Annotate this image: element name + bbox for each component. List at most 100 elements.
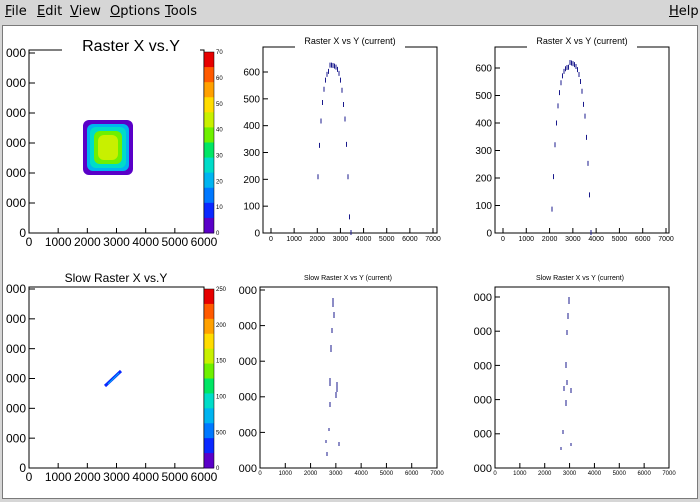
slow_raster_xy-palette-band [204, 363, 214, 379]
slow_current_2-y-tick-label: 000 [474, 326, 492, 338]
slow_current_1-x-tick-label: 7000 [430, 471, 444, 477]
slow_raster_xy-palette-label: 150 [216, 359, 227, 365]
raster_xy-palette-label: 10 [216, 205, 223, 211]
raster_xy-palette-band [204, 82, 214, 98]
slow_raster_xy-title: Slow Raster X vs.Y [65, 271, 168, 285]
menu-options-accel: O [110, 4, 121, 19]
raster_xy-x-tick-label: 6000 [191, 235, 218, 249]
raster_current_1-y-tick-label: 400 [243, 121, 260, 132]
menu-edit[interactable]: Edit [37, 4, 62, 19]
menu-view[interactable]: View [70, 4, 101, 19]
menu-help[interactable]: Help [669, 4, 699, 19]
slow_current_1-y-tick-label: 000 [239, 392, 257, 404]
raster_xy-palette-band [204, 217, 214, 234]
slow_raster_xy-palette-label: 250 [216, 287, 227, 293]
raster_xy-title: Raster X vs.Y [82, 38, 180, 55]
raster_current_2-y-tick-label: 500 [475, 91, 492, 102]
menu-edit-accel: E [37, 4, 46, 19]
raster_xy-palette-band [204, 202, 214, 219]
slow_raster_xy-x-tick-label: 0 [26, 470, 33, 484]
slow_raster_xy-palette-band [204, 303, 214, 320]
slow_current_1-y-tick-label: 000 [239, 463, 257, 475]
menu-file[interactable]: File [5, 4, 27, 19]
slow_raster_xy-x-tick-label: 2000 [74, 470, 101, 484]
raster_xy-palette-label: 20 [216, 179, 223, 185]
raster_current_1-frame[interactable] [262, 46, 438, 234]
slow_current_2-x-tick-label: 7000 [662, 471, 676, 477]
slow_raster_xy-palette-label: 500 [216, 430, 227, 436]
raster_xy-y-tick-label: 000 [6, 106, 26, 120]
slow_current_2-x-tick-label: 2000 [538, 471, 552, 477]
slow_current_1-frame[interactable] [259, 286, 438, 469]
slow_raster_xy-palette-band [204, 453, 214, 469]
slow_raster_xy-palette-label: 0 [216, 466, 220, 472]
slow_current_2-frame[interactable] [494, 286, 670, 469]
slow_current_1-x-tick-label: 6000 [405, 471, 419, 477]
raster_current_1-x-tick-label: 2000 [309, 236, 325, 243]
raster_current_1-x-tick-label: 6000 [402, 236, 418, 243]
slow_raster_xy-frame[interactable] [28, 286, 205, 469]
raster_xy-y-tick-label: 000 [6, 76, 26, 90]
menu-edit-rest: dit [45, 4, 63, 19]
raster_xy-palette-label: 40 [216, 128, 223, 134]
raster_current_1-y-tick-label: 500 [243, 94, 260, 105]
raster_xy-x-tick-label: 0 [26, 235, 33, 249]
slow_raster_xy-x-tick-label: 5000 [161, 470, 188, 484]
slow_current_1-x-tick-label: 3000 [329, 471, 343, 477]
slow_raster_xy-palette-band [204, 378, 214, 394]
slow_raster_xy-palette-band [204, 289, 214, 305]
raster_current_2-x-tick-label: 3000 [565, 236, 581, 243]
raster_current_2-x-tick-label: 5000 [612, 236, 628, 243]
slow_raster_xy-palette-label: 200 [216, 323, 227, 329]
slow_raster_xy-palette-band [204, 423, 214, 439]
raster_xy-palette-label: 0 [216, 231, 220, 237]
raster_current_2-y-tick-label: 300 [475, 146, 492, 157]
raster_current_2-frame[interactable] [494, 46, 670, 234]
slow_raster_xy-palette-label: 100 [216, 395, 227, 401]
raster_current_1-y-tick-label: 0 [254, 229, 260, 240]
raster-xy-heatmap-cell [98, 135, 118, 160]
raster_current_2-y-tick-label: 100 [475, 201, 492, 212]
raster_xy-palette-band [204, 112, 214, 128]
slow_current_2-title: Slow Raster X vs Y (current) [536, 275, 624, 282]
slow_current_2-x-tick-label: 6000 [637, 471, 651, 477]
raster_xy-palette-band [204, 97, 214, 113]
slow_current_2-x-tick-label: 1000 [513, 471, 527, 477]
raster_xy-y-tick-label: 000 [6, 136, 26, 150]
menu-view-rest: iew [78, 4, 101, 19]
raster_xy-y-tick-label: 000 [6, 166, 26, 180]
raster_xy-palette-label: 70 [216, 50, 223, 56]
slow_raster_xy-palette-band [204, 438, 214, 454]
slow_current_1-x-tick-label: 4000 [354, 471, 368, 477]
root-canvas[interactable]: Raster X vs.Y 000 000 000 000 000 000 0 0 1000 200… [2, 25, 698, 499]
menu-tools-rest: ools [170, 4, 198, 19]
raster_current_2-y-tick-label: 600 [475, 64, 492, 75]
raster_current_1-x-tick-label: 0 [269, 236, 273, 243]
menu-view-accel: V [70, 4, 79, 19]
raster_current_2-x-tick-label: 2000 [542, 236, 558, 243]
raster_xy-palette-band [204, 127, 214, 143]
slow_raster_xy-palette-band [204, 333, 214, 350]
slow_current_2-y-tick-label: 000 [474, 292, 492, 304]
slow_current_1-title: Slow Raster X vs Y (current) [304, 275, 392, 282]
raster_xy-palette-band [204, 187, 214, 204]
raster_current_1-y-tick-label: 100 [243, 202, 260, 213]
slow_current_2-x-tick-label: 3000 [563, 471, 577, 477]
raster_current_1-x-tick-label: 4000 [356, 236, 372, 243]
slow_raster_xy-x-tick-label: 3000 [103, 470, 130, 484]
slow_raster_xy-x-tick-label: 4000 [132, 470, 159, 484]
raster_xy-palette-band [204, 157, 214, 174]
raster_current_1-x-tick-label: 3000 [333, 236, 349, 243]
raster_current_2-x-tick-label: 1000 [518, 236, 534, 243]
menu-tools[interactable]: Tools [165, 4, 197, 19]
menu-options[interactable]: Options [110, 4, 160, 19]
slow_raster_xy-palette-band [204, 318, 214, 335]
slow_raster_xy-y-tick-label: 000 [6, 372, 26, 386]
slow_current_1-y-tick-label: 000 [239, 356, 257, 368]
raster_current_1-x-tick-label: 5000 [379, 236, 395, 243]
menu-help-rest: elp [678, 4, 699, 19]
raster_current_2-x-tick-label: 7000 [658, 236, 674, 243]
menu-file-rest: ile [11, 4, 27, 19]
canvas-svg[interactable]: Raster X vs.Y00000000000000000000 1000 200… [3, 26, 697, 498]
slow_raster_xy-x-tick-label: 6000 [191, 470, 218, 484]
